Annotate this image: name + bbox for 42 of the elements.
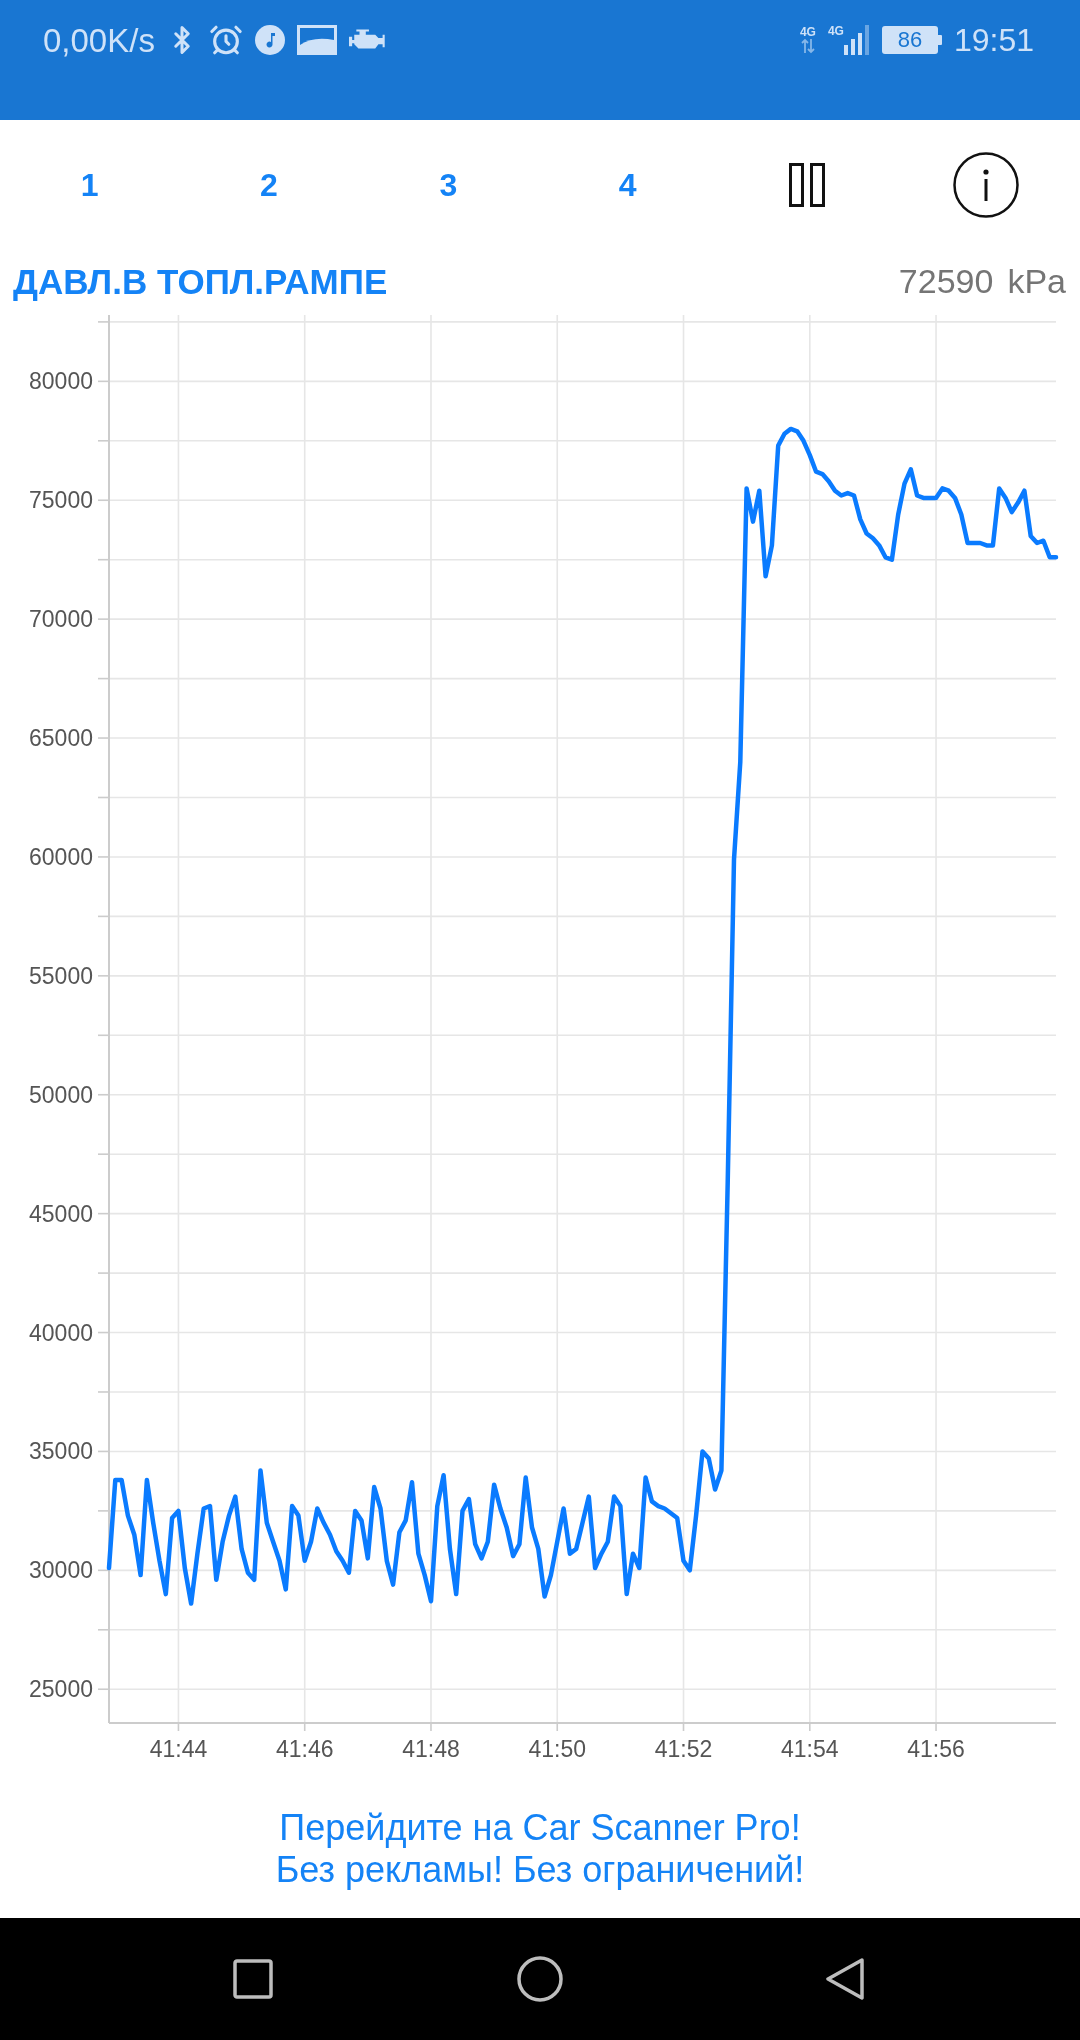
network-type-label: 4G (799, 26, 816, 38)
alarm-clock-icon (208, 23, 243, 57)
x-axis-label: 41:46 (275, 1736, 334, 1762)
y-axis-label: 65000 (29, 725, 93, 752)
unit-label: kPa (1007, 264, 1066, 298)
y-axis-label: 80000 (29, 368, 93, 395)
battery-indicator: 86 (881, 26, 942, 54)
x-axis-label: 41:56 (907, 1736, 965, 1762)
info-icon (953, 152, 1020, 218)
y-axis-label: 30000 (29, 1557, 93, 1584)
y-axis-label: 55000 (29, 962, 93, 989)
y-axis-label: 45000 (29, 1200, 93, 1227)
x-axis-label: 41:50 (528, 1736, 587, 1762)
network-type-label: 4G (827, 25, 844, 37)
music-note-icon (254, 25, 285, 55)
sensor-value: 72590 (898, 264, 994, 298)
y-axis-label: 70000 (29, 606, 93, 633)
clock-time: 19:51 (953, 24, 1034, 56)
square-icon[interactable] (233, 1959, 273, 1999)
sensor-title: ДАВЛ.В ТОПЛ.РАМПЕ (13, 263, 388, 299)
tab[interactable]: 4 (602, 161, 653, 209)
tab[interactable]: 2 (244, 161, 294, 209)
data-arrows-icon (800, 38, 815, 54)
circle-icon[interactable] (517, 1956, 563, 2002)
tab[interactable]: 1 (64, 161, 115, 209)
x-axis-label: 41:52 (654, 1736, 713, 1762)
y-axis-label: 60000 (29, 843, 93, 870)
signal-bars-icon (843, 25, 870, 55)
back-icon[interactable] (826, 1958, 864, 2000)
image-icon (296, 25, 337, 55)
x-axis-label: 41:44 (149, 1736, 208, 1762)
tab[interactable]: 3 (423, 161, 474, 209)
network-speed: 0,00K/s (43, 23, 155, 57)
pause-icon (789, 163, 825, 207)
x-axis-label: 41:48 (402, 1736, 460, 1762)
y-axis-label: 50000 (29, 1081, 93, 1108)
y-axis-label: 40000 (29, 1319, 93, 1346)
y-axis-label: 35000 (29, 1438, 93, 1465)
y-axis-label: 75000 (29, 487, 93, 514)
x-axis-label: 41:54 (781, 1736, 839, 1762)
upgrade-promo-link[interactable]: Перейдите на Car Scanner Pro! Без рекламы! Без ограничений! (275, 1807, 805, 1918)
y-axis-label: 25000 (29, 1676, 93, 1703)
